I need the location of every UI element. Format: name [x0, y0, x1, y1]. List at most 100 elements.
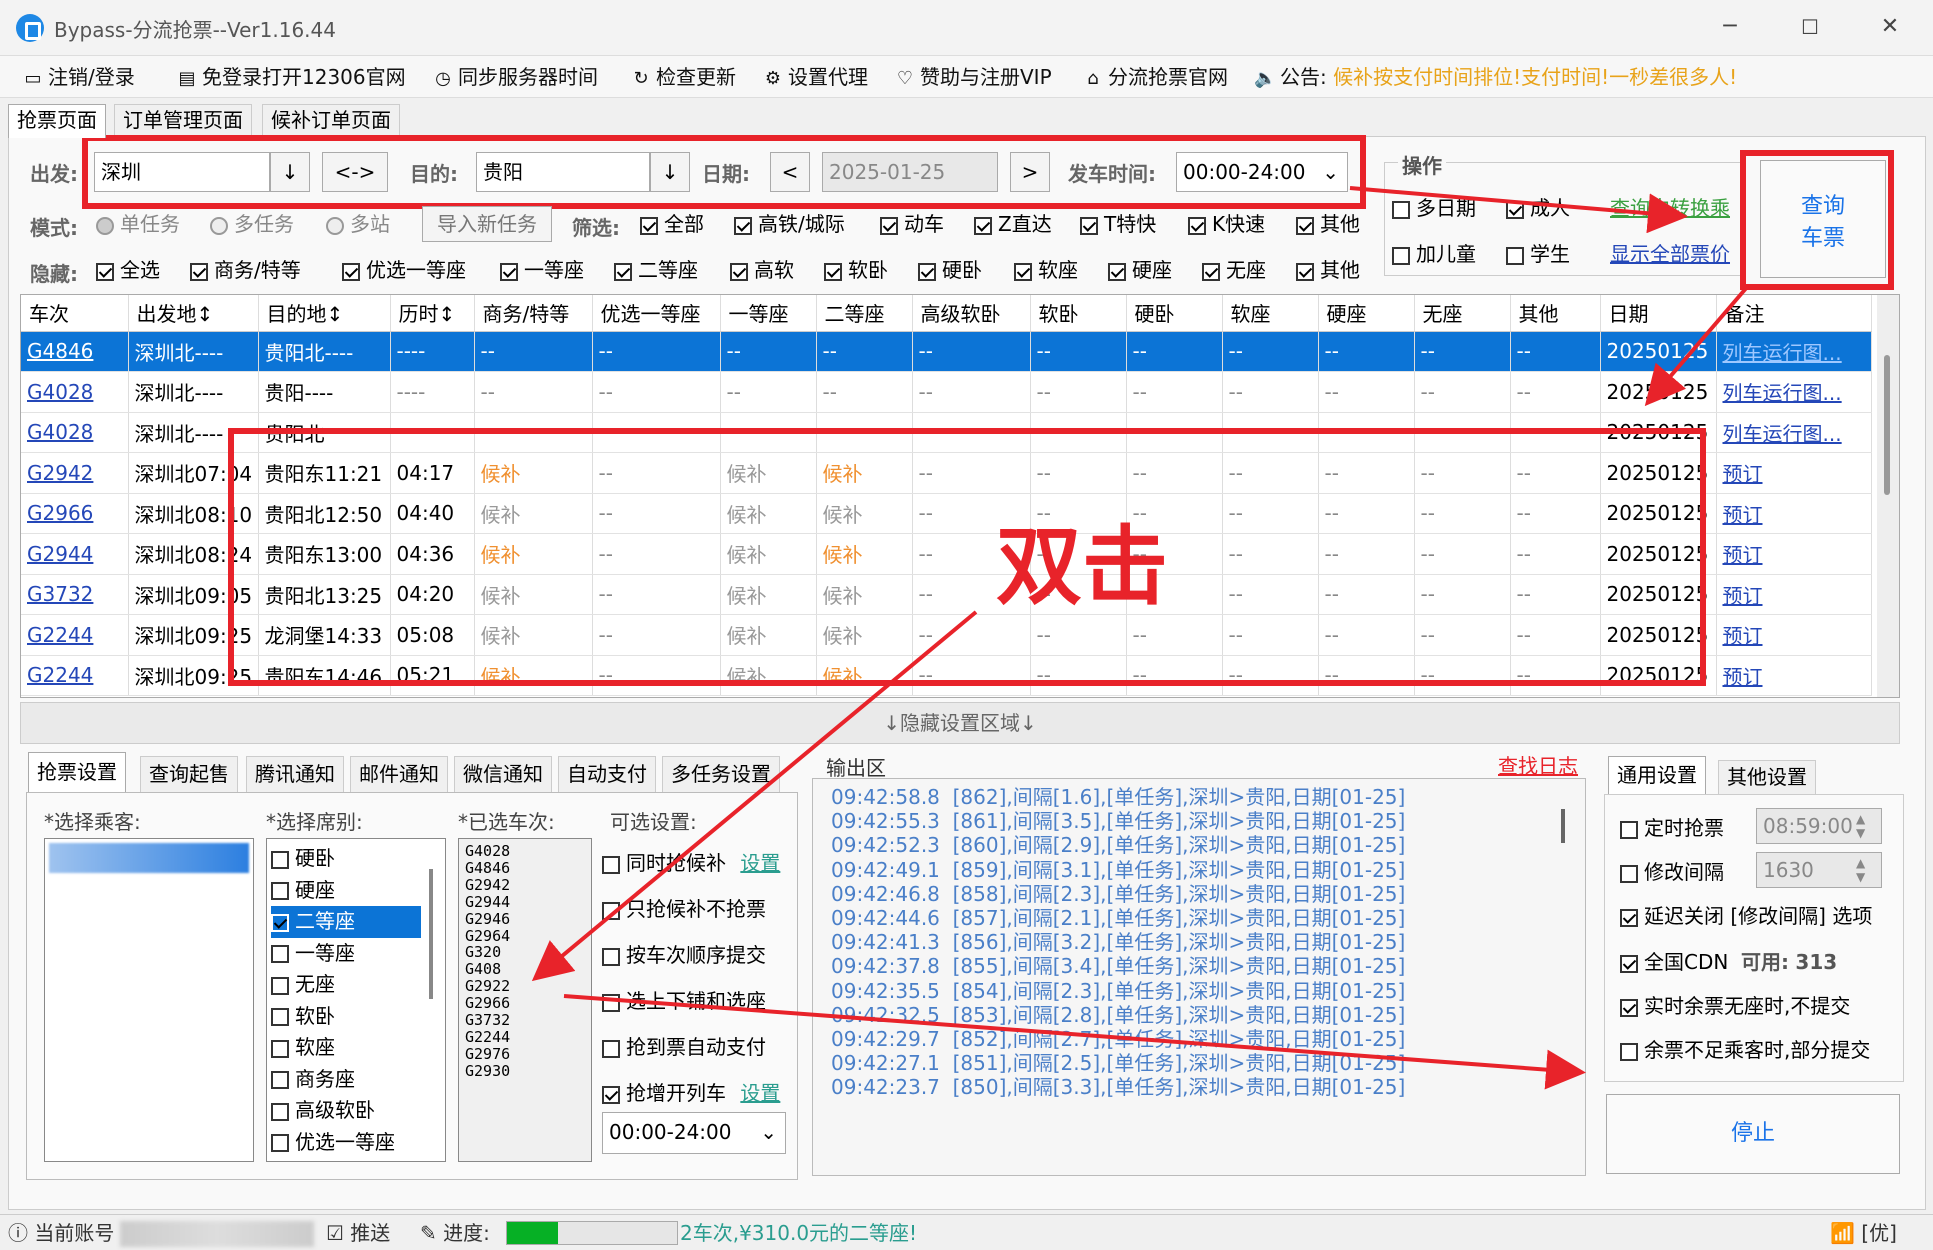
- grid-cell[interactable]: --: [592, 331, 721, 372]
- grid-cell[interactable]: [816, 412, 913, 453]
- maximize-button[interactable]: ☐: [1790, 10, 1830, 44]
- grid-cell[interactable]: --: [912, 371, 1031, 413]
- table-row[interactable]: G4028 深圳北---- 贵阳北 20250125 列车运行图...: [21, 412, 1872, 453]
- hide-all[interactable]: 全选: [96, 256, 160, 284]
- grid-cell[interactable]: 候补: [720, 452, 817, 494]
- passenger-list[interactable]: [44, 838, 254, 1162]
- seat-scroll-thumb[interactable]: [429, 869, 433, 999]
- menu-logout[interactable]: ▭ 注销/登录: [22, 56, 134, 98]
- grid-cell[interactable]: 贵阳北----: [258, 331, 391, 372]
- hide-second[interactable]: 二等座: [614, 256, 698, 284]
- tab-mail-notify[interactable]: 邮件通知: [350, 756, 448, 792]
- hidden-area-toggle[interactable]: ↓隐藏设置区域↓: [20, 702, 1900, 744]
- grid-cell[interactable]: --: [1318, 614, 1415, 656]
- grid-cell[interactable]: [1126, 412, 1223, 453]
- filter-k[interactable]: K快速: [1188, 210, 1265, 238]
- grid-cell[interactable]: --: [1414, 614, 1511, 656]
- grid-cell[interactable]: --: [474, 331, 593, 372]
- grid-cell[interactable]: 候补: [816, 614, 913, 656]
- seat-option[interactable]: 高级软卧: [271, 1095, 421, 1127]
- grid-cell[interactable]: --: [1030, 452, 1127, 494]
- grid-cell[interactable]: --: [1318, 371, 1415, 413]
- menu-site[interactable]: ⌂ 分流抢票官网: [1082, 56, 1228, 98]
- interval-checkbox[interactable]: 修改间隔: [1620, 858, 1724, 886]
- train-cell[interactable]: G2942: [21, 452, 129, 494]
- grab-option[interactable]: 同时抢候补 设置: [602, 840, 796, 886]
- grid-cell[interactable]: 20250125: [1600, 452, 1717, 494]
- grid-cell[interactable]: 20250125: [1600, 655, 1717, 696]
- grid-cell[interactable]: --: [1414, 493, 1511, 534]
- menu-vip[interactable]: ♡ 赞助与注册VIP: [894, 56, 1052, 98]
- selected-train-item[interactable]: G4028: [465, 843, 510, 860]
- grid-cell[interactable]: 04:36: [390, 533, 475, 575]
- filter-other[interactable]: 其他: [1296, 210, 1360, 238]
- train-number-link[interactable]: G4028: [27, 420, 93, 444]
- grid-cell[interactable]: 深圳北07:04: [128, 452, 259, 494]
- grid-header-cell[interactable]: 软座: [1222, 295, 1319, 332]
- grid-cell[interactable]: 20250125: [1600, 371, 1717, 413]
- grid-cell[interactable]: 深圳北----: [128, 331, 259, 372]
- selected-trains-list[interactable]: G4028 G4846 G2942 G2944 G2946 G2964 G320 G408 G2…: [458, 838, 592, 1162]
- grid-cell[interactable]: 候补: [720, 614, 817, 656]
- grid-cell[interactable]: --: [1414, 533, 1511, 575]
- remark-cell[interactable]: 预订: [1716, 533, 1872, 575]
- grid-cell[interactable]: 04:40: [390, 493, 475, 534]
- train-cell[interactable]: G4846: [21, 331, 129, 372]
- tab-orders[interactable]: 订单管理页面: [114, 104, 252, 136]
- grid-cell[interactable]: 04:17: [390, 452, 475, 494]
- from-input[interactable]: 深圳: [94, 152, 270, 192]
- grid-cell[interactable]: ----: [390, 331, 475, 372]
- selected-train-item[interactable]: G2944: [465, 893, 510, 911]
- remark-link[interactable]: 预订: [1723, 503, 1763, 527]
- from-down-button[interactable]: ↓: [270, 152, 310, 192]
- remark-link[interactable]: 列车运行图...: [1723, 341, 1842, 365]
- grid-cell[interactable]: --: [1222, 452, 1319, 494]
- grid-cell[interactable]: --: [1414, 452, 1511, 494]
- grid-cell[interactable]: --: [592, 655, 721, 696]
- grid-cell[interactable]: --: [1414, 331, 1511, 372]
- grid-cell[interactable]: --: [592, 533, 721, 575]
- grid-cell[interactable]: --: [592, 574, 721, 615]
- remark-link[interactable]: 预订: [1723, 543, 1763, 567]
- delay-close-checkbox[interactable]: 延迟关闭 [修改间隔] 选项: [1620, 902, 1872, 930]
- grid-cell[interactable]: [390, 412, 475, 453]
- grid-cell[interactable]: 20250125: [1600, 412, 1717, 453]
- filter-z[interactable]: Z直达: [974, 210, 1052, 238]
- tab-autopay[interactable]: 自动支付: [558, 756, 656, 792]
- grid-cell[interactable]: 深圳北----: [128, 371, 259, 413]
- child-checkbox[interactable]: 加儿童: [1392, 240, 1476, 268]
- time-select[interactable]: 00:00-24:00 ⌄: [1176, 152, 1348, 192]
- show-all-prices-link[interactable]: 显示全部票价: [1610, 240, 1730, 268]
- menu-proxy[interactable]: ⚙ 设置代理: [762, 56, 868, 98]
- seat-option[interactable]: 一等座: [271, 938, 421, 970]
- grab-option[interactable]: 抢增开列车 设置: [602, 1070, 796, 1116]
- grid-header-cell[interactable]: 备注: [1716, 295, 1872, 332]
- grid-cell[interactable]: --: [1222, 655, 1319, 696]
- grid-header-cell[interactable]: 软卧: [1030, 295, 1127, 332]
- remark-cell[interactable]: 预订: [1716, 452, 1872, 494]
- close-button[interactable]: ✕: [1870, 10, 1910, 44]
- grid-cell[interactable]: 龙洞堡14:33: [258, 614, 391, 656]
- table-row[interactable]: G2244 深圳北09:25 龙洞堡14:33 05:08 候补 -- 候补 候补 -- -- --…: [21, 614, 1872, 656]
- mode-multi[interactable]: 多任务: [210, 210, 294, 238]
- grid-cell[interactable]: 深圳北----: [128, 412, 259, 453]
- grid-cell[interactable]: --: [1318, 574, 1415, 615]
- mode-multistation[interactable]: 多站: [326, 210, 390, 238]
- grab-option[interactable]: 按车次顺序提交: [602, 932, 796, 978]
- grid-cell[interactable]: 候补: [816, 574, 913, 615]
- selected-train-item[interactable]: G2922: [465, 978, 510, 995]
- grid-cell[interactable]: 候补: [816, 533, 913, 575]
- to-input[interactable]: 贵阳: [476, 152, 650, 192]
- grid-header-cell[interactable]: 历时↕: [390, 295, 475, 332]
- train-number-link[interactable]: G4028: [27, 380, 93, 404]
- selected-train-item[interactable]: G4846: [465, 860, 510, 877]
- grid-cell[interactable]: 深圳北09:05: [128, 574, 259, 615]
- option-settings-link[interactable]: 设置: [740, 851, 780, 875]
- hide-soft-sleeper[interactable]: 软卧: [824, 256, 888, 284]
- table-row[interactable]: G4846 深圳北---- 贵阳北---- ---- -- -- -- -- -- -- -- -- -…: [21, 331, 1872, 372]
- mode-single[interactable]: 单任务: [96, 210, 180, 238]
- grid-header-cell[interactable]: 优选一等座: [592, 295, 721, 332]
- grid-cell[interactable]: --: [1318, 655, 1415, 696]
- train-number-link[interactable]: G3732: [27, 582, 93, 606]
- spinner-icon[interactable]: ▲ ▼: [1856, 856, 1865, 884]
